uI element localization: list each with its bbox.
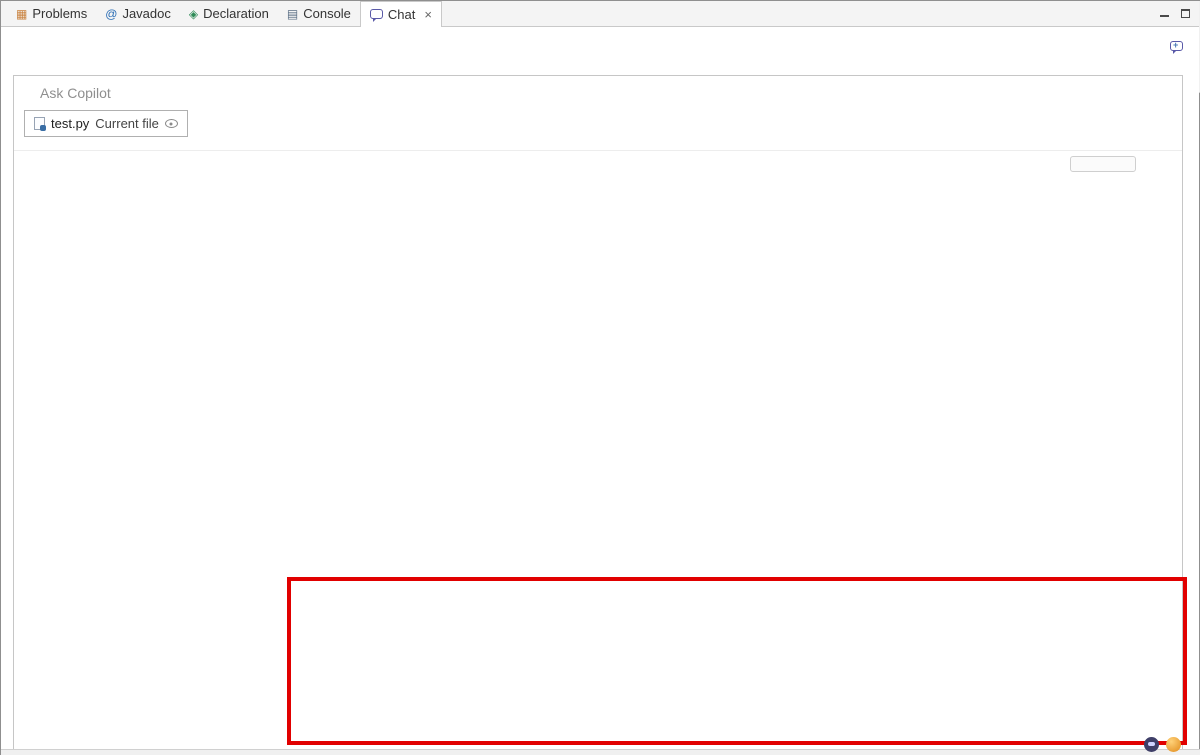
bottom-view-panel: ▦Problems@Javadoc◈Declaration▤ConsoleCha… [1,481,893,655]
chat-view: Ask Copilot test.py Current file [1,481,893,655]
status-icons [1144,737,1181,752]
notification-icon[interactable] [1166,737,1181,752]
chat-input-box[interactable]: Ask Copilot test.py Current file [13,481,893,655]
eclipse-ide-window: { "window": { "title": "eclipse-workspac… [0,0,1200,755]
copilot-status-icon[interactable] [1144,737,1159,752]
status-bar [1,749,1200,755]
